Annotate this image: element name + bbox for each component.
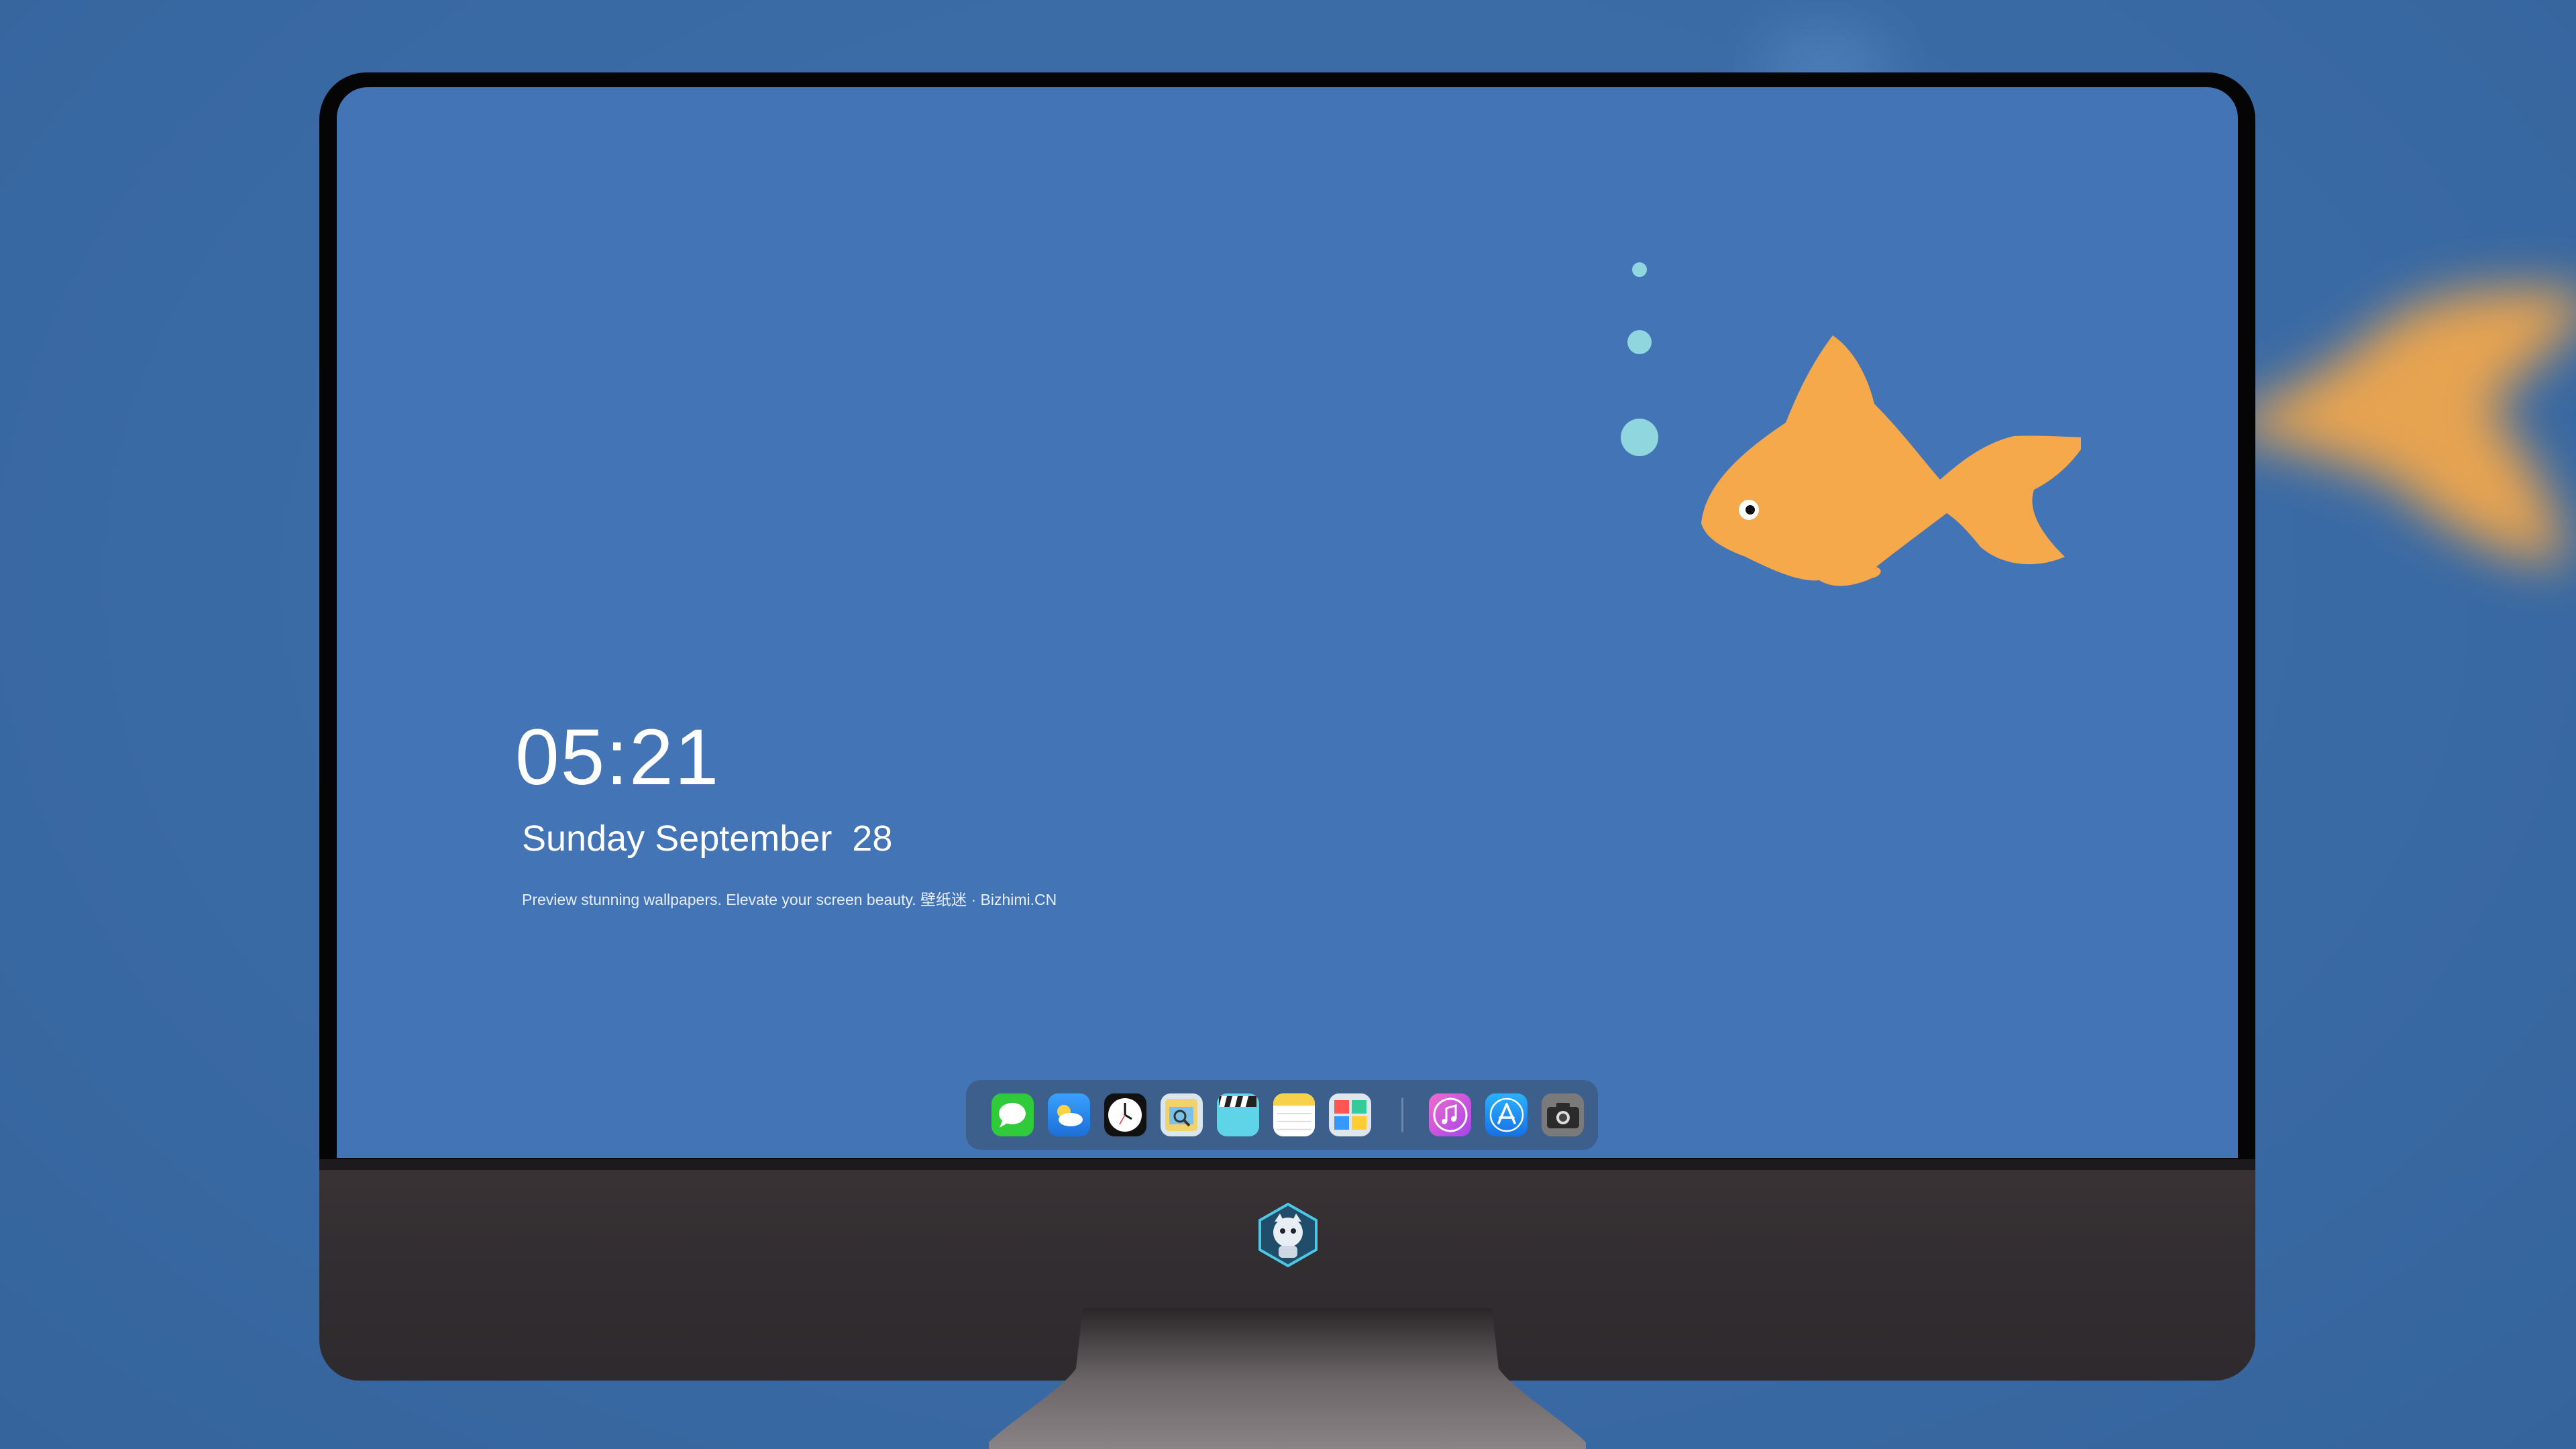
bubble-large — [1621, 419, 1658, 456]
dock — [966, 1080, 1598, 1150]
blurred-fish-tail — [2234, 288, 2576, 564]
preview-icon[interactable] — [1160, 1093, 1203, 1136]
clips-icon[interactable] — [1216, 1093, 1259, 1136]
mascot-logo-icon — [1258, 1202, 1318, 1268]
goldfish-body — [1701, 335, 2081, 586]
goldfish-pupil — [1746, 505, 1755, 515]
itunes-icon[interactable] — [1429, 1093, 1472, 1136]
monitor-stand — [989, 1308, 1586, 1449]
chin-divider — [319, 1159, 2255, 1170]
goldfish-illustration — [1621, 262, 2081, 586]
wallpaper-tagline: Preview stunning wallpapers. Elevate you… — [522, 891, 1057, 908]
bubble-small — [1632, 262, 1647, 277]
photo-booth-icon[interactable] — [1329, 1093, 1372, 1136]
messages-icon[interactable] — [991, 1093, 1034, 1136]
monitor-bezel: 05:21 Sunday September 28 Preview stunni… — [319, 72, 2255, 1159]
camera-icon[interactable] — [1542, 1093, 1585, 1136]
lockscreen-date: Sunday September 28 — [522, 818, 893, 859]
imac-monitor: 05:21 Sunday September 28 Preview stunni… — [319, 72, 2255, 1381]
screen: 05:21 Sunday September 28 Preview stunni… — [337, 87, 2238, 1158]
dock-separator — [1401, 1097, 1404, 1132]
app-store-icon[interactable] — [1485, 1093, 1528, 1136]
clock-icon[interactable] — [1104, 1093, 1146, 1136]
notes-icon[interactable] — [1273, 1093, 1316, 1136]
bubble-medium — [1627, 330, 1652, 354]
weather-icon[interactable] — [1047, 1093, 1090, 1136]
lockscreen-time: 05:21 — [515, 713, 720, 802]
